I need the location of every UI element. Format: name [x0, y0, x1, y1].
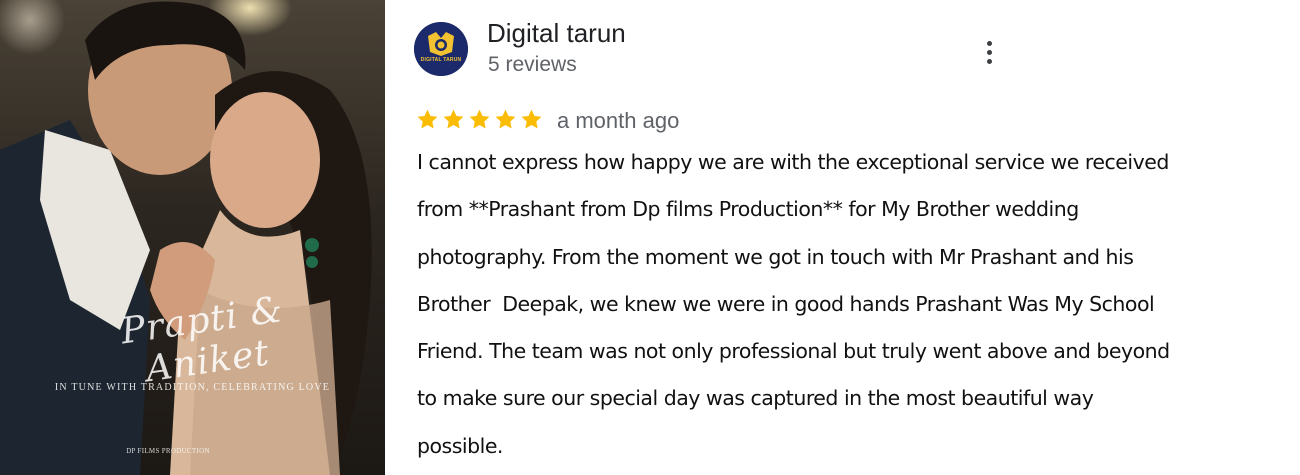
photo-tagline: IN TUNE WITH TRADITION, CELEBRATING LOVE: [54, 382, 331, 393]
review-text-line: photography. From the moment we got in t…: [417, 244, 1134, 269]
review-text-line: from **Prashant from Dp films Production…: [417, 197, 1079, 222]
reviewer-review-count: 5 reviews: [488, 53, 577, 76]
avatar-logo-text: DIGITAL TARUN: [420, 57, 462, 63]
reviewer-name[interactable]: Digital tarun: [487, 18, 626, 49]
camera-logo-icon: [414, 22, 468, 76]
more-options-button[interactable]: [975, 38, 1003, 66]
reviewer-avatar[interactable]: DIGITAL TARUN: [414, 22, 468, 76]
review-text-line: Brother Deepak, we knew we were in good …: [417, 291, 1155, 316]
review-text-line: possible.: [417, 433, 503, 458]
star-icon: [521, 109, 542, 129]
more-vertical-icon: [986, 40, 992, 46]
review-text: I cannot express how happy we are with t…: [417, 139, 1277, 470]
star-icon: [443, 109, 464, 129]
star-icon: [495, 109, 516, 129]
review-text-line: to make sure our special day was capture…: [417, 386, 1094, 411]
couple-photo: Prapti & Aniket IN TUNE WITH TRADITION, …: [0, 0, 385, 475]
star-icon: [417, 109, 438, 129]
review-text-line: I cannot express how happy we are with t…: [417, 150, 1169, 174]
review-date: a month ago: [557, 108, 680, 133]
photo-credit: DP FILMS PRODUCTION: [126, 447, 210, 455]
star-icon: [469, 109, 490, 129]
more-vertical-icon-dot: [986, 58, 992, 64]
star-rating: [415, 107, 544, 133]
more-vertical-icon-dot: [986, 49, 992, 55]
review-text-line: Friend. The team was not only profession…: [417, 339, 1170, 364]
couple-photo-illustration: [0, 1, 372, 475]
